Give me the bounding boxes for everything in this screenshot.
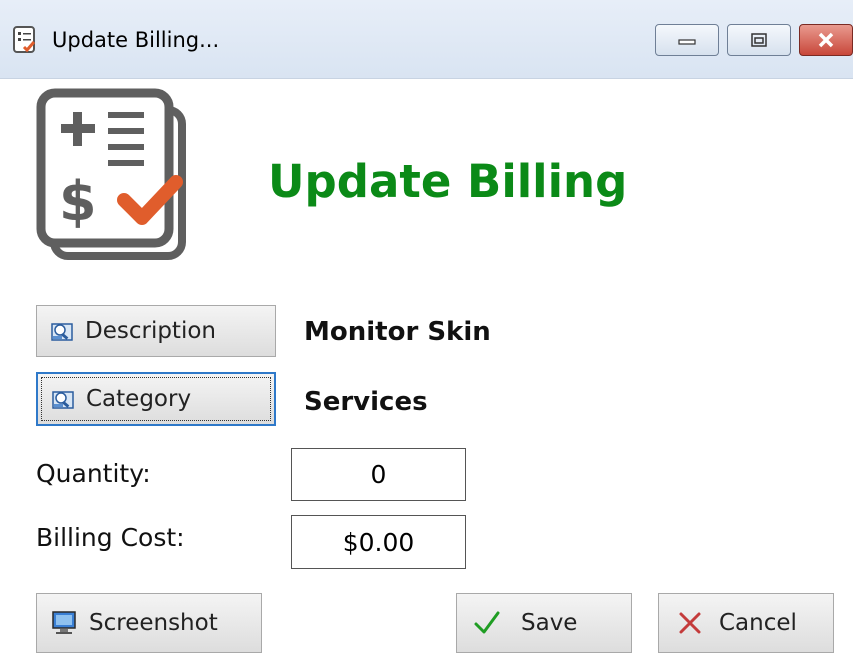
save-button-label: Save [521, 610, 578, 636]
cancel-button[interactable]: Cancel [658, 593, 834, 653]
maximize-button[interactable] [727, 24, 791, 56]
category-button[interactable]: Category [36, 372, 276, 426]
cancel-x-icon [679, 612, 701, 634]
description-value: Monitor Skin [304, 317, 491, 347]
quantity-label: Quantity: [36, 459, 151, 488]
focus-rectangle [41, 377, 271, 421]
close-button[interactable] [799, 24, 853, 56]
billing-cost-label: Billing Cost: [36, 523, 185, 552]
cancel-button-label: Cancel [719, 610, 797, 636]
minimize-icon [678, 39, 696, 45]
billing-cost-field[interactable] [291, 515, 466, 569]
title-bar[interactable]: Update Billing... [0, 0, 853, 79]
category-value: Services [304, 387, 428, 417]
monitor-icon [52, 611, 76, 634]
app-icon [13, 26, 36, 53]
screenshot-button[interactable]: Screenshot [36, 593, 262, 653]
quantity-field[interactable] [291, 448, 466, 501]
close-icon [818, 32, 834, 48]
description-button[interactable]: Description [36, 305, 276, 357]
maximize-icon [751, 33, 767, 47]
minimize-button[interactable] [655, 24, 719, 56]
window-title: Update Billing... [52, 28, 220, 52]
page-heading: Update Billing [268, 155, 628, 208]
lookup-icon [51, 323, 73, 341]
svg-text:$: $ [59, 170, 97, 233]
update-billing-window: Update Billing... $ Update Billing Descr… [0, 0, 853, 671]
save-button[interactable]: Save [456, 593, 632, 653]
description-button-label: Description [85, 318, 216, 344]
screenshot-button-label: Screenshot [89, 610, 218, 636]
billing-checklist-icon: $ [36, 88, 186, 260]
check-icon [474, 611, 500, 634]
